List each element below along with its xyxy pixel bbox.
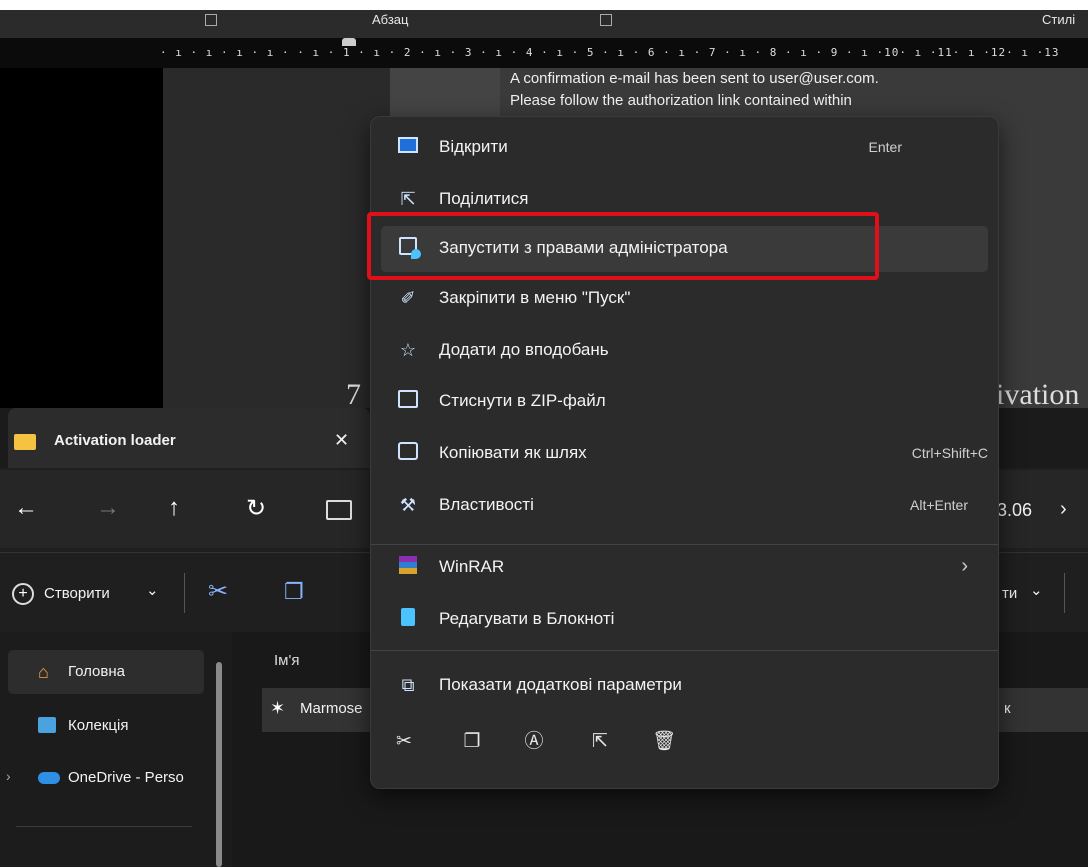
document-text-fragment: 7 xyxy=(346,378,361,411)
menu-item-zip[interactable]: Стиснути в ZIP-файл xyxy=(381,379,988,425)
highlight-annotation xyxy=(367,212,879,280)
chevron-right-icon: › xyxy=(961,555,968,577)
sidebar-item-gallery[interactable]: Колекція xyxy=(8,704,204,748)
menu-item-pin-start[interactable]: ✐ Закріпити в меню "Пуск" xyxy=(381,276,988,322)
menu-item-label: Закріпити в меню "Пуск" xyxy=(439,288,631,307)
file-row-type[interactable]: к xyxy=(998,688,1088,732)
divider xyxy=(16,826,192,827)
menu-item-label: Властивості xyxy=(439,495,534,514)
indent-marker[interactable] xyxy=(342,38,356,46)
more-options-icon: ⧉ xyxy=(401,675,415,695)
address-path[interactable]: 3.06 xyxy=(997,500,1032,521)
this-pc-icon[interactable] xyxy=(326,500,352,520)
menu-item-label: Поділитися xyxy=(439,189,529,208)
menu-item-label: Показати додаткові параметри xyxy=(439,675,682,694)
ribbon-bar xyxy=(0,10,1088,38)
ruler-ticks: · ı · ı · ı · ı · · ı · 1 · ı · 2 · ı · … xyxy=(160,46,1060,59)
sidebar-item-label: Колекція xyxy=(68,717,129,734)
file-name: Marmose xyxy=(300,700,363,717)
gallery-icon xyxy=(38,717,56,733)
zip-icon xyxy=(397,390,419,412)
cloud-icon xyxy=(38,772,60,784)
column-header-name[interactable]: Ім'я xyxy=(274,652,299,669)
chevron-down-icon[interactable]: ⌄ xyxy=(146,581,159,599)
cut-icon[interactable]: ✂ xyxy=(208,577,228,606)
app-icon: ✶ xyxy=(270,698,286,718)
copy-path-icon xyxy=(397,442,419,464)
menu-item-label: Редагувати в Блокноті xyxy=(439,609,615,628)
menu-item-label: Копіювати як шлях xyxy=(439,443,587,462)
shortcut-label: Alt+Enter xyxy=(910,497,968,513)
menu-item-label: Стиснути в ZIP-файл xyxy=(439,391,606,410)
scrollbar[interactable] xyxy=(216,662,222,867)
navigation-pane: ⌂ Головна Колекція › OneDrive - Perso xyxy=(0,632,232,867)
add-icon[interactable]: + xyxy=(12,583,34,605)
shortcut-label: Ctrl+Shift+C xyxy=(911,445,988,461)
close-tab-icon[interactable]: ✕ xyxy=(334,430,349,451)
chevron-down-icon[interactable]: ⌄ xyxy=(1030,581,1043,599)
create-button[interactable]: Створити xyxy=(44,585,110,602)
divider xyxy=(184,573,185,613)
menu-item-edit-notepad[interactable]: Редагувати в Блокноті xyxy=(381,597,988,643)
copy-icon[interactable]: ❐ xyxy=(284,579,304,605)
menu-item-label: Відкрити xyxy=(439,137,508,156)
rename-icon[interactable]: Ⓐ xyxy=(519,727,549,757)
document-text-fragment: ivation xyxy=(996,378,1080,411)
sidebar-item-label: OneDrive - Perso xyxy=(68,769,184,786)
up-icon[interactable]: ↑ xyxy=(168,494,180,522)
share-icon: ⇱ xyxy=(400,189,416,209)
menu-item-properties[interactable]: ⚒ Властивості Alt+Enter xyxy=(381,483,988,529)
wrench-icon: ⚒ xyxy=(399,495,417,515)
menu-item-add-favorite[interactable]: ☆ Додати до вподобань xyxy=(381,328,988,374)
folder-icon xyxy=(14,434,36,450)
star-icon: ☆ xyxy=(399,340,417,360)
sort-button[interactable]: ти xyxy=(1002,585,1017,602)
confirmation-line: A confirmation e-mail has been sent to u… xyxy=(510,70,879,87)
menu-item-open[interactable]: Відкрити Enter xyxy=(381,125,988,171)
divider xyxy=(1064,573,1065,613)
word-ribbon: Абзац Стилі xyxy=(0,0,1088,38)
forward-icon[interactable]: → xyxy=(96,494,120,522)
confirmation-line: Please follow the authorization link con… xyxy=(510,92,852,109)
share-icon[interactable]: ⇱ xyxy=(585,727,615,757)
menu-item-winrar[interactable]: WinRAR › xyxy=(381,545,988,591)
file-type: к xyxy=(1004,700,1011,717)
menu-item-more-options[interactable]: ⧉ Показати додаткові параметри xyxy=(381,663,988,709)
file-row[interactable]: ✶ Marmose xyxy=(262,688,374,732)
chevron-right-icon[interactable]: › xyxy=(6,768,11,784)
delete-icon[interactable]: 🗑 xyxy=(649,727,679,757)
sidebar-item-home[interactable]: ⌂ Головна xyxy=(8,650,204,694)
menu-item-label: Додати до вподобань xyxy=(439,340,609,359)
document-margin xyxy=(0,68,163,408)
paragraph-group-label: Абзац xyxy=(372,12,409,27)
menu-item-copy-path[interactable]: Копіювати як шлях Ctrl+Shift+C xyxy=(381,431,988,477)
home-icon: ⌂ xyxy=(38,662,49,682)
tab-title: Activation loader xyxy=(54,432,176,449)
open-icon xyxy=(397,136,419,158)
sidebar-item-label: Головна xyxy=(68,663,125,680)
notepad-icon xyxy=(397,608,419,630)
sidebar-item-onedrive[interactable]: › OneDrive - Perso xyxy=(6,756,204,800)
confirmation-text: A confirmation e-mail has been sent to u… xyxy=(510,68,1010,112)
document-canvas xyxy=(163,68,390,408)
cut-icon[interactable]: ✂ xyxy=(389,727,419,757)
menu-separator xyxy=(371,650,998,651)
copy-icon[interactable]: ❐ xyxy=(457,727,487,757)
menu-item-label: WinRAR xyxy=(439,557,505,576)
breadcrumb-chevron-icon[interactable]: › xyxy=(1060,498,1067,521)
styles-group-label: Стилі xyxy=(1042,12,1076,27)
pin-icon: ✐ xyxy=(400,288,416,308)
dialog-launcher-icon[interactable] xyxy=(205,14,217,26)
dialog-launcher-icon[interactable] xyxy=(600,14,612,26)
back-icon[interactable]: ← xyxy=(14,494,38,522)
refresh-icon[interactable]: ↻ xyxy=(246,494,266,523)
ruler[interactable]: · ı · ı · ı · ı · · ı · 1 · ı · 2 · ı · … xyxy=(0,38,1088,68)
winrar-icon xyxy=(397,556,419,578)
shortcut-label: Enter xyxy=(868,139,902,155)
explorer-tab[interactable]: Activation loader ✕ xyxy=(8,408,370,468)
